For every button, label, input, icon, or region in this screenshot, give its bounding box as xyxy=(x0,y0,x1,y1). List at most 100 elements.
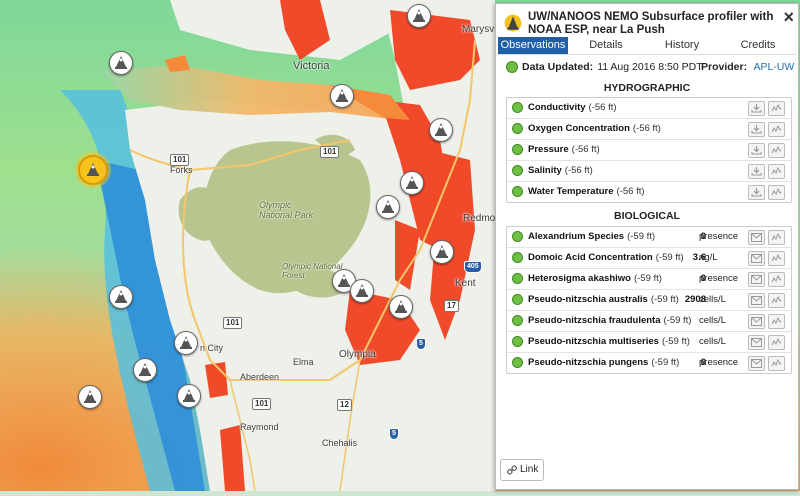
download-icon[interactable] xyxy=(748,143,765,158)
map-label-elma: Elma xyxy=(293,357,314,367)
observation-name: Heterosigma akashiwo (-59 ft) xyxy=(528,273,662,284)
download-icon[interactable] xyxy=(748,185,765,200)
download-icon[interactable] xyxy=(748,122,765,137)
station-marker-icon[interactable] xyxy=(350,279,374,303)
graph-icon[interactable] xyxy=(768,251,785,266)
graph-icon[interactable] xyxy=(768,122,785,137)
observation-label: Heterosigma akashiwo xyxy=(528,273,631,284)
hydrographic-row: Oxygen Concentration (-56 ft) xyxy=(507,119,791,140)
status-ok-icon xyxy=(512,144,523,155)
observation-name: Salinity (-56 ft) xyxy=(528,165,593,176)
hydrographic-row: Conductivity (-56 ft) xyxy=(507,98,791,119)
station-marker-icon[interactable] xyxy=(407,4,431,28)
highway-shield-101: 101 xyxy=(320,146,340,158)
station-marker-icon[interactable] xyxy=(400,171,424,195)
status-ok-icon xyxy=(512,102,523,113)
panel-title: UW/NANOOS NEMO Subsurface profiler with … xyxy=(528,11,774,36)
hydrographic-row: Water Temperature (-56 ft) xyxy=(507,182,791,202)
station-marker-icon[interactable] xyxy=(376,195,400,219)
email-icon[interactable] xyxy=(748,272,765,287)
station-marker-icon[interactable] xyxy=(389,295,413,319)
observation-label: Pseudo-nitzschia fraudulenta xyxy=(528,315,661,326)
observation-depth: (-59 ft) xyxy=(651,357,680,368)
biological-list: Alexandrium Species (-59 ft) 0 presence Domo… xyxy=(506,226,792,374)
hydrographic-row: Pressure (-56 ft) xyxy=(507,140,791,161)
tab-details[interactable]: Details xyxy=(568,37,644,54)
graph-icon[interactable] xyxy=(768,101,785,116)
map-label-kent: Kent xyxy=(455,278,476,289)
observation-name: Pseudo-nitzschia fraudulenta (-59 ft) xyxy=(528,315,691,326)
data-updated-label: Data Updated: xyxy=(522,61,594,73)
highway-shield-405: 405 xyxy=(464,261,482,273)
email-icon[interactable] xyxy=(748,335,765,350)
station-marker-icon[interactable] xyxy=(330,84,354,108)
observation-label: Pressure xyxy=(528,144,569,155)
hydrographic-heading: HYDROGRAPHIC xyxy=(603,82,691,94)
download-icon[interactable] xyxy=(748,164,765,179)
observation-depth: (-59 ft) xyxy=(633,273,662,284)
status-ok-icon xyxy=(512,165,523,176)
graph-icon[interactable] xyxy=(768,356,785,371)
download-icon[interactable] xyxy=(748,101,765,116)
graph-icon[interactable] xyxy=(768,335,785,350)
station-marker-icon[interactable] xyxy=(174,331,198,355)
observation-unit: presence xyxy=(699,273,739,284)
observation-depth: (-59 ft) xyxy=(655,252,684,263)
graph-icon[interactable] xyxy=(768,230,785,245)
close-icon[interactable]: × xyxy=(783,8,794,26)
observation-name: Conductivity (-56 ft) xyxy=(528,102,617,113)
observation-depth: (-56 ft) xyxy=(588,102,617,113)
station-marker-icon[interactable] xyxy=(109,51,133,75)
graph-icon[interactable] xyxy=(768,143,785,158)
observation-unit: ng/L xyxy=(699,252,718,263)
email-icon[interactable] xyxy=(748,230,765,245)
highway-shield-5: 5 xyxy=(416,338,426,350)
buoy-station-icon xyxy=(504,14,522,32)
biological-row: Pseudo-nitzschia pungens (-59 ft) 0 presenc… xyxy=(507,353,791,373)
email-icon[interactable] xyxy=(748,251,765,266)
tab-observations[interactable]: Observations xyxy=(498,37,568,54)
graph-icon[interactable] xyxy=(768,293,785,308)
station-marker-icon[interactable] xyxy=(109,285,133,309)
status-ok-icon xyxy=(512,273,523,284)
observation-depth: (-56 ft) xyxy=(564,165,593,176)
biological-row: Pseudo-nitzschia multiseries (-59 ft) cell… xyxy=(507,332,791,353)
station-marker-icon[interactable] xyxy=(133,358,157,382)
station-marker-icon[interactable] xyxy=(429,118,453,142)
observation-unit: cells/L xyxy=(699,315,726,326)
graph-icon[interactable] xyxy=(768,314,785,329)
map-label-chehalis: Chehalis xyxy=(322,438,358,448)
observation-label: Salinity xyxy=(528,165,562,176)
email-icon[interactable] xyxy=(748,356,765,371)
graph-icon[interactable] xyxy=(768,164,785,179)
graph-icon[interactable] xyxy=(768,272,785,287)
observation-label: Oxygen Concentration xyxy=(528,123,630,134)
link-icon xyxy=(507,465,517,475)
station-marker-icon[interactable] xyxy=(430,240,454,264)
tab-history[interactable]: History xyxy=(644,37,720,54)
observation-depth: (-56 ft) xyxy=(571,144,600,155)
selected-station-marker-icon[interactable] xyxy=(78,155,108,185)
observation-label: Water Temperature xyxy=(528,186,614,197)
observation-name: Pressure (-56 ft) xyxy=(528,144,600,155)
observation-depth: (-59 ft) xyxy=(663,315,692,326)
biological-row: Domoic Acid Concentration (-59 ft) 3.6 ng/L xyxy=(507,248,791,269)
station-marker-icon[interactable] xyxy=(177,384,201,408)
highway-shield-5: 5 xyxy=(389,428,399,440)
link-button[interactable]: Link xyxy=(500,459,544,481)
email-icon[interactable] xyxy=(748,314,765,329)
biological-row: Pseudo-nitzschia fraudulenta (-59 ft) cell… xyxy=(507,311,791,332)
highway-shield-17: 17 xyxy=(444,300,459,312)
tab-credits[interactable]: Credits xyxy=(720,37,796,54)
provider-link[interactable]: APL-UW xyxy=(753,61,794,73)
station-marker-icon[interactable] xyxy=(78,385,102,409)
highway-shield-101: 101 xyxy=(170,154,190,166)
observation-depth: (-56 ft) xyxy=(616,186,645,197)
map-label-olympia: Olympia xyxy=(339,349,376,360)
map-label-olympic-np: Olympic National Park xyxy=(259,200,314,220)
graph-icon[interactable] xyxy=(768,185,785,200)
email-icon[interactable] xyxy=(748,293,765,308)
map-label-city-fragment: n City xyxy=(200,343,224,353)
map-label-aberdeen: Aberdeen xyxy=(240,372,280,382)
observation-name: Pseudo-nitzschia australis (-59 ft) xyxy=(528,294,679,305)
